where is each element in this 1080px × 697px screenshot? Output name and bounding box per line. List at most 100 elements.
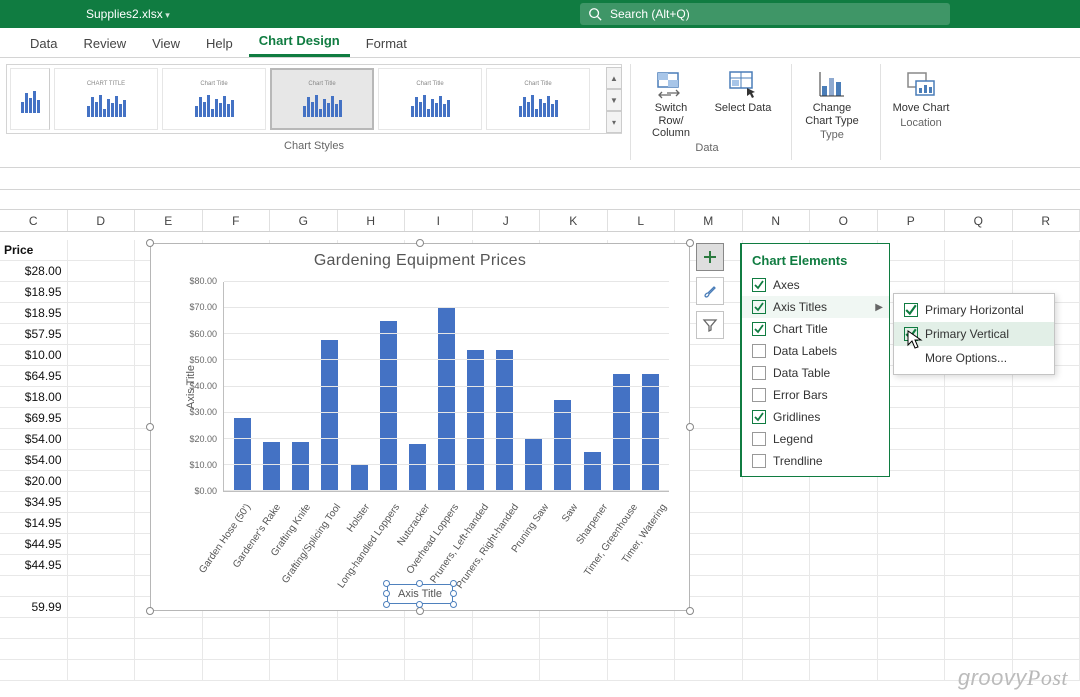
cell[interactable] xyxy=(1013,429,1080,450)
chart-bar[interactable] xyxy=(554,400,571,491)
tab-data[interactable]: Data xyxy=(20,30,67,57)
spreadsheet-grid[interactable]: CDEFGHIJKLMNOPQR Price$28.00$18.95$18.95… xyxy=(0,210,1080,690)
resize-handle[interactable] xyxy=(416,239,424,247)
cell[interactable]: $34.95 xyxy=(0,492,68,513)
cell[interactable] xyxy=(608,639,676,660)
chart-elements-item[interactable]: Legend xyxy=(742,428,889,450)
cell[interactable] xyxy=(68,345,136,366)
cell[interactable] xyxy=(0,576,68,597)
tab-review[interactable]: Review xyxy=(73,30,136,57)
resize-handle[interactable] xyxy=(146,239,154,247)
resize-handle[interactable] xyxy=(686,607,694,615)
column-header[interactable]: C xyxy=(0,210,68,231)
submenu-primary-vertical[interactable]: Primary Vertical xyxy=(894,322,1054,346)
cell[interactable] xyxy=(743,660,811,681)
cell[interactable] xyxy=(878,576,946,597)
cell[interactable] xyxy=(1013,618,1080,639)
column-header[interactable]: J xyxy=(473,210,541,231)
submenu-primary-horizontal[interactable]: Primary Horizontal xyxy=(894,298,1054,322)
cell[interactable] xyxy=(878,597,946,618)
chart-style-thumb[interactable]: CHART TITLE xyxy=(54,68,158,130)
tab-view[interactable]: View xyxy=(142,30,190,57)
cell[interactable] xyxy=(1013,639,1080,660)
cell[interactable]: 59.99 xyxy=(0,597,68,618)
cell[interactable] xyxy=(68,618,136,639)
cell[interactable] xyxy=(810,555,878,576)
cell[interactable] xyxy=(945,450,1013,471)
search-box[interactable]: Search (Alt+Q) xyxy=(580,3,950,25)
cell[interactable] xyxy=(743,534,811,555)
column-header[interactable]: Q xyxy=(945,210,1013,231)
cell[interactable] xyxy=(1013,240,1080,261)
cell[interactable] xyxy=(743,639,811,660)
formula-bar[interactable] xyxy=(0,168,1080,190)
chart-bar[interactable] xyxy=(380,321,397,491)
cell[interactable] xyxy=(203,639,271,660)
cell[interactable] xyxy=(68,639,136,660)
column-header[interactable]: F xyxy=(203,210,271,231)
column-header[interactable]: H xyxy=(338,210,406,231)
cell[interactable] xyxy=(473,639,541,660)
cell[interactable] xyxy=(945,555,1013,576)
column-header[interactable]: K xyxy=(540,210,608,231)
chart-bar[interactable] xyxy=(525,439,542,491)
cell[interactable]: $57.95 xyxy=(0,324,68,345)
column-header[interactable]: I xyxy=(405,210,473,231)
chart-elements-button[interactable] xyxy=(696,243,724,271)
cell[interactable] xyxy=(473,618,541,639)
chart-bar[interactable] xyxy=(409,444,426,491)
cell[interactable]: $54.00 xyxy=(0,429,68,450)
chart-style-thumb-selected[interactable]: Chart Title xyxy=(270,68,374,130)
cell[interactable] xyxy=(675,618,743,639)
cell[interactable] xyxy=(743,513,811,534)
change-chart-type-button[interactable]: Change Chart Type xyxy=(802,68,862,127)
cell[interactable]: $64.95 xyxy=(0,366,68,387)
cell[interactable] xyxy=(810,576,878,597)
cell[interactable] xyxy=(878,534,946,555)
cell[interactable] xyxy=(270,660,338,681)
cell[interactable] xyxy=(878,492,946,513)
cell[interactable] xyxy=(945,597,1013,618)
cell[interactable] xyxy=(810,492,878,513)
cell[interactable] xyxy=(878,555,946,576)
chart-elements-item[interactable]: Chart Title xyxy=(742,318,889,340)
cell[interactable] xyxy=(1013,387,1080,408)
cell[interactable] xyxy=(1013,513,1080,534)
column-header[interactable]: G xyxy=(270,210,338,231)
cell[interactable] xyxy=(1013,534,1080,555)
cell[interactable] xyxy=(68,366,136,387)
chart-bar[interactable] xyxy=(467,350,484,491)
cell[interactable] xyxy=(68,471,136,492)
cell[interactable] xyxy=(945,576,1013,597)
cell[interactable] xyxy=(135,618,203,639)
cell[interactable] xyxy=(405,618,473,639)
submenu-more-options[interactable]: More Options... xyxy=(894,346,1054,370)
cell[interactable] xyxy=(68,513,136,534)
cell[interactable] xyxy=(945,240,1013,261)
chart-elements-item[interactable]: Trendline xyxy=(742,450,889,472)
cell[interactable] xyxy=(675,639,743,660)
cell[interactable] xyxy=(878,660,946,681)
cell[interactable]: $10.00 xyxy=(0,345,68,366)
cell[interactable] xyxy=(203,660,271,681)
cell[interactable] xyxy=(743,555,811,576)
column-headers[interactable]: CDEFGHIJKLMNOPQR xyxy=(0,210,1080,232)
cell[interactable] xyxy=(338,639,406,660)
cell[interactable] xyxy=(68,660,136,681)
cell[interactable] xyxy=(945,639,1013,660)
cell[interactable] xyxy=(68,324,136,345)
cell[interactable] xyxy=(945,261,1013,282)
chart-style-thumb[interactable]: Chart Title xyxy=(486,68,590,130)
cell[interactable] xyxy=(68,450,136,471)
chart-filters-button[interactable] xyxy=(696,311,724,339)
chart-style-thumb[interactable]: Chart Title xyxy=(378,68,482,130)
chart-styles-button[interactable] xyxy=(696,277,724,305)
cell[interactable] xyxy=(135,639,203,660)
chart-style-thumb[interactable] xyxy=(10,68,50,130)
chart-styles-gallery[interactable]: CHART TITLE Chart Title Chart Title Char… xyxy=(6,64,622,134)
move-chart-button[interactable]: Move Chart xyxy=(891,68,951,115)
cell[interactable] xyxy=(68,597,136,618)
chart-bar[interactable] xyxy=(351,465,368,491)
cell[interactable] xyxy=(878,639,946,660)
column-header[interactable]: R xyxy=(1013,210,1080,231)
